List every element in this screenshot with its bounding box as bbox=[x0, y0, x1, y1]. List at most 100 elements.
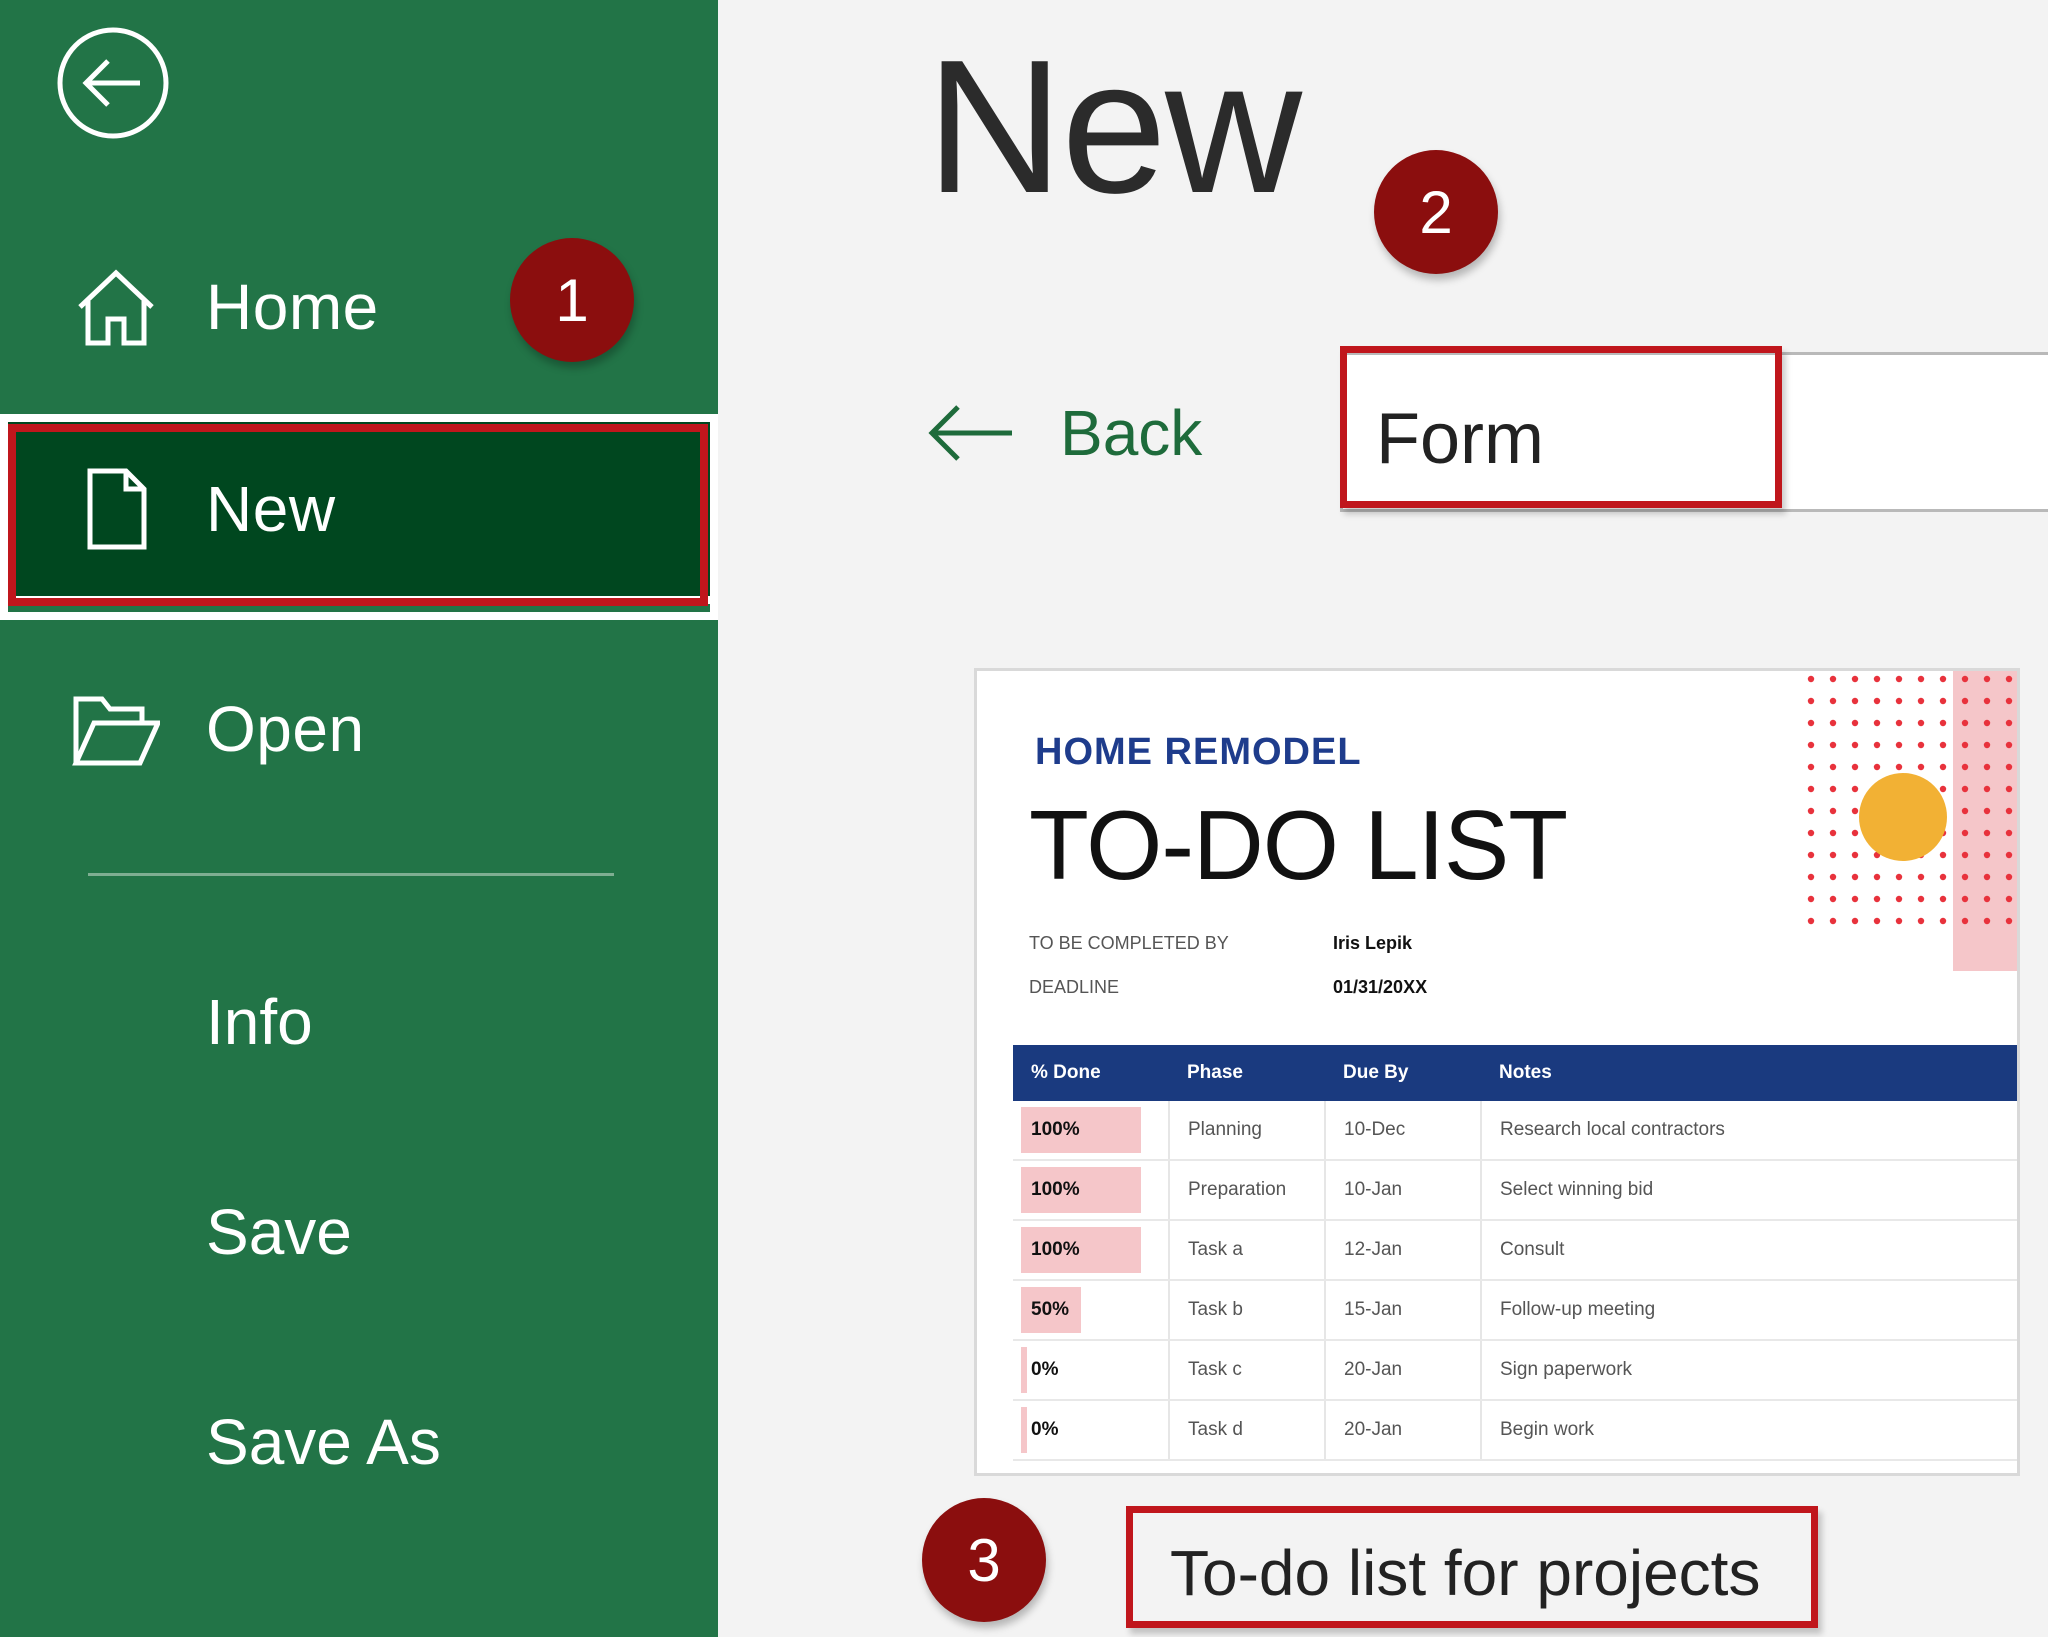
decorative-dot bbox=[1829, 829, 1837, 837]
decorative-dot bbox=[1895, 763, 1903, 771]
decorative-dot bbox=[1939, 785, 1947, 793]
search-highlight-box bbox=[1340, 346, 1782, 508]
decorative-dot bbox=[1917, 873, 1925, 881]
decorative-dot bbox=[1939, 697, 1947, 705]
decorative-dot bbox=[1829, 675, 1837, 683]
back-button[interactable]: Back bbox=[928, 392, 1202, 474]
decorative-dot bbox=[1961, 895, 1969, 903]
decorative-dot bbox=[1807, 719, 1815, 727]
decorative-dot bbox=[1873, 873, 1881, 881]
decorative-dot bbox=[1983, 675, 1991, 683]
open-folder-icon bbox=[72, 696, 160, 766]
home-icon bbox=[78, 269, 154, 346]
decorative-dot bbox=[1917, 917, 1925, 925]
decorative-dot bbox=[1807, 675, 1815, 683]
decorative-dot bbox=[1873, 697, 1881, 705]
table-header: Notes bbox=[1481, 1045, 2017, 1101]
percent-done-text: 50% bbox=[1031, 1299, 1070, 1320]
circle-arrow-left-icon[interactable] bbox=[56, 26, 170, 140]
sidebar-item-save-as[interactable]: Save As bbox=[206, 1405, 441, 1479]
percent-done-bar bbox=[1021, 1347, 1027, 1393]
decorative-dot bbox=[1829, 895, 1837, 903]
sidebar-item-label: Home bbox=[206, 271, 379, 343]
template-meta-label: TO BE COMPLETED BY bbox=[1029, 933, 1229, 953]
decorative-dot bbox=[1939, 719, 1947, 727]
decorative-dot bbox=[1983, 851, 1991, 859]
decorative-dot bbox=[2005, 917, 2013, 925]
decorative-dot bbox=[1917, 895, 1925, 903]
decorative-dot bbox=[1807, 873, 1815, 881]
page-title: New bbox=[926, 21, 1302, 233]
decorative-dot bbox=[1829, 719, 1837, 727]
table-row: 50% Task b 15-Jan Follow-up meeting bbox=[1013, 1280, 2017, 1341]
decorative-dot bbox=[1983, 807, 1991, 815]
decorative-dot bbox=[1895, 873, 1903, 881]
decorative-dot bbox=[1807, 763, 1815, 771]
due-date-cell: 10-Jan bbox=[1325, 1160, 1482, 1221]
step-marker-1: 1 bbox=[510, 238, 634, 362]
decorative-dot bbox=[1961, 785, 1969, 793]
decorative-dot bbox=[1917, 763, 1925, 771]
decorative-dot bbox=[1851, 785, 1859, 793]
decorative-dot bbox=[1851, 697, 1859, 705]
percent-done-text: 0% bbox=[1031, 1359, 1059, 1380]
decorative-dot bbox=[1851, 675, 1859, 683]
decorative-dot bbox=[1851, 807, 1859, 815]
decorative-dot bbox=[1961, 807, 1969, 815]
table-row: 100% Preparation 10-Jan Select winning bid bbox=[1013, 1160, 2017, 1221]
notes-cell: Consult bbox=[1481, 1220, 2017, 1281]
table-header: Phase bbox=[1169, 1045, 1325, 1101]
step-marker-2: 2 bbox=[1374, 150, 1498, 274]
percent-done-cell: 0% bbox=[1013, 1400, 1170, 1461]
phase-cell: Task d bbox=[1169, 1400, 1326, 1461]
decorative-dot bbox=[1873, 763, 1881, 771]
sidebar-item-label: Open bbox=[206, 693, 365, 765]
decorative-dot bbox=[1917, 741, 1925, 749]
sidebar-divider bbox=[88, 873, 614, 876]
decorative-dot bbox=[1983, 873, 1991, 881]
decorative-dot bbox=[1961, 675, 1969, 683]
template-meta-value: 01/31/20XX bbox=[1333, 977, 1428, 997]
phase-cell: Task b bbox=[1169, 1280, 1326, 1341]
template-caption[interactable]: To-do list for projects bbox=[1170, 1536, 1760, 1610]
decorative-dot bbox=[1895, 895, 1903, 903]
decorative-dot bbox=[1983, 763, 1991, 771]
table-row: 100% Planning 10-Dec Research local contrac… bbox=[1013, 1101, 2017, 1161]
decorative-dot bbox=[1917, 719, 1925, 727]
decorative-dot bbox=[2005, 807, 2013, 815]
decorative-dot bbox=[1961, 719, 1969, 727]
decorative-dot bbox=[1895, 917, 1903, 925]
new-highlight-box bbox=[8, 424, 708, 606]
sidebar-item-open[interactable]: Open bbox=[0, 634, 718, 824]
sidebar-item-save[interactable]: Save bbox=[206, 1195, 352, 1269]
template-title: TO-DO LIST bbox=[1029, 790, 1568, 900]
decorative-dot bbox=[2005, 829, 2013, 837]
percent-done-cell: 100% bbox=[1013, 1220, 1170, 1281]
decorative-dot bbox=[1851, 763, 1859, 771]
decorative-dot bbox=[1939, 873, 1947, 881]
decorative-dot bbox=[2005, 719, 2013, 727]
decorative-dot bbox=[1939, 917, 1947, 925]
due-date-cell: 12-Jan bbox=[1325, 1220, 1482, 1281]
decorative-dot bbox=[1851, 895, 1859, 903]
decorative-dot bbox=[1961, 873, 1969, 881]
template-thumbnail[interactable]: HOME REMODEL TO-DO LIST TO BE COMPLETED … bbox=[974, 668, 2020, 1476]
table-row: 100% Task a 12-Jan Consult bbox=[1013, 1220, 2017, 1281]
decorative-dot bbox=[1807, 785, 1815, 793]
due-date-cell: 20-Jan bbox=[1325, 1400, 1482, 1461]
decorative-dot bbox=[1851, 917, 1859, 925]
decorative-dot bbox=[1829, 807, 1837, 815]
sidebar-item-info[interactable]: Info bbox=[206, 985, 313, 1059]
phase-cell: Task a bbox=[1169, 1220, 1326, 1281]
decorative-dot bbox=[1961, 697, 1969, 705]
decorative-dot bbox=[1851, 829, 1859, 837]
template-table: % Done Phase Due By Notes 100% Planning 10… bbox=[1013, 1045, 2017, 1461]
decorative-dot bbox=[1895, 719, 1903, 727]
decorative-dot bbox=[1829, 917, 1837, 925]
phase-cell: Planning bbox=[1169, 1101, 1326, 1161]
decorative-dot bbox=[1807, 917, 1815, 925]
decorative-dot bbox=[1983, 895, 1991, 903]
decorative-dot bbox=[1873, 917, 1881, 925]
decorative-dot bbox=[1829, 697, 1837, 705]
notes-cell: Select winning bid bbox=[1481, 1160, 2017, 1221]
